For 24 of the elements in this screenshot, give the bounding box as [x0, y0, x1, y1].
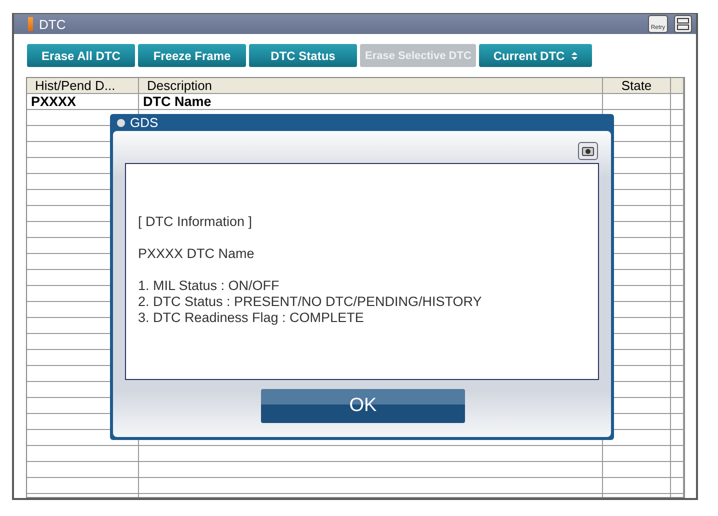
toolbar-button[interactable]: Erase All DTC	[27, 44, 135, 67]
info-item: 3. DTC Readiness Flag : COMPLETE	[138, 310, 365, 326]
menu-icon	[676, 17, 690, 31]
menu-button[interactable]	[674, 15, 692, 33]
info-item: 1. MIL Status : ON/OFF	[138, 278, 280, 294]
app-icon	[28, 17, 33, 31]
info-heading: [ DTC Information ]	[138, 214, 254, 230]
window-title: DTC	[39, 16, 66, 32]
dialog-icon	[117, 118, 125, 126]
column-header: Hist/Pend D...	[27, 78, 139, 93]
table-cell: PXXXX	[31, 94, 76, 109]
column-header: State	[603, 78, 671, 93]
toolbar-button[interactable]: DTC Status	[249, 44, 357, 67]
dtc-dropdown[interactable]: Current DTC	[479, 44, 592, 67]
toolbar-button[interactable]: Freeze Frame	[138, 44, 246, 67]
info-item: 2. DTC Status : PRESENT/NO DTC/PENDING/HISTORY	[138, 294, 483, 310]
dtc-line: PXXXX DTC Name	[138, 246, 256, 262]
ok-button[interactable]: OK	[261, 389, 465, 423]
updown-caret-icon	[570, 50, 578, 60]
table-cell: DTC Name	[143, 94, 212, 109]
camera-button[interactable]	[578, 142, 598, 160]
camera-icon	[582, 146, 594, 156]
column-header: Description	[139, 78, 603, 93]
dialog-title: GDS	[130, 115, 158, 130]
